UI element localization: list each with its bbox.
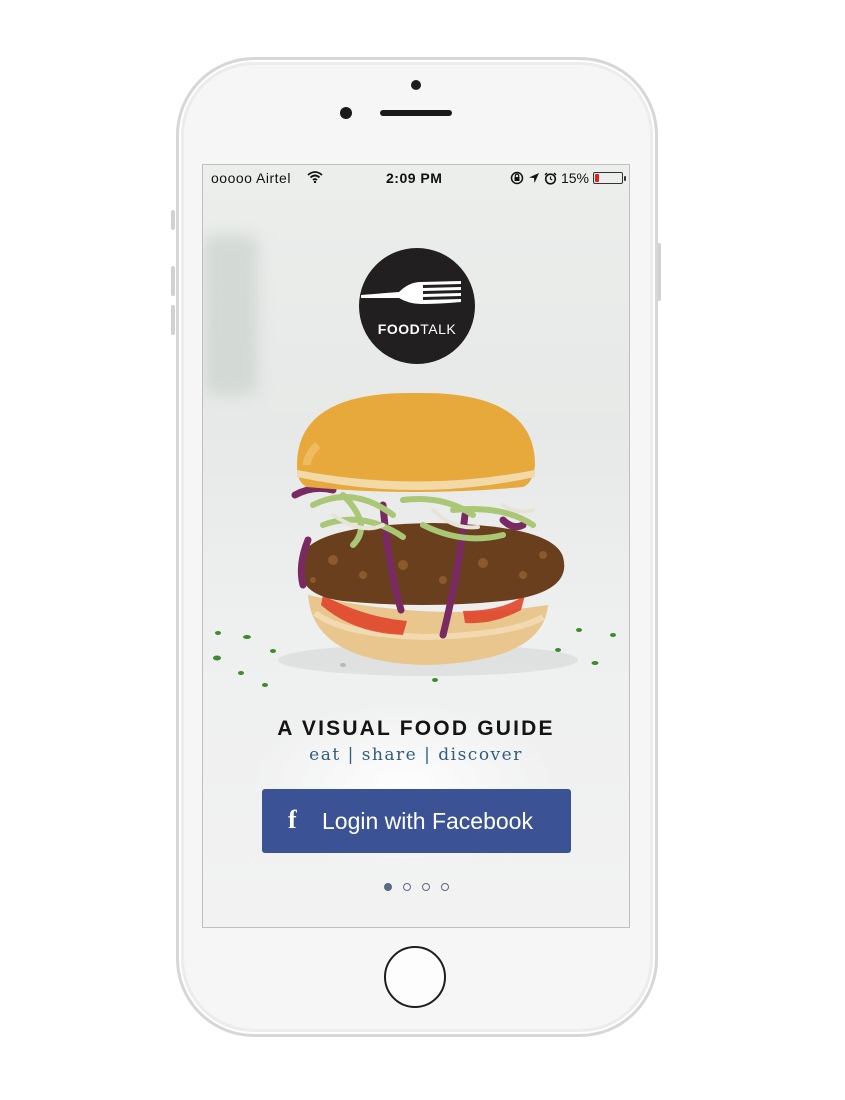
headline: A VISUAL FOOD GUIDE <box>277 717 555 740</box>
page-dot-2[interactable] <box>402 883 411 891</box>
tagline: eat | share | discover <box>309 745 523 765</box>
page-dot-4[interactable] <box>440 883 449 891</box>
logo-wordmark: FOODTALK <box>359 321 475 337</box>
app-screen: ooooo Airtel 2:09 PM 15% FOODTALK A VISU… <box>202 164 630 928</box>
front-camera <box>411 80 421 90</box>
foodtalk-logo: FOODTALK <box>359 248 475 364</box>
proximity-sensor <box>340 107 352 119</box>
earpiece-speaker <box>380 110 452 116</box>
facebook-login-label: Login with Facebook <box>322 808 533 834</box>
volume-up-button <box>171 266 175 296</box>
burger-image <box>213 392 616 687</box>
page-dot-1[interactable] <box>383 883 392 891</box>
logo-text-talk: TALK <box>420 321 457 337</box>
page-dot-3[interactable] <box>421 883 430 891</box>
mute-switch <box>171 210 175 230</box>
facebook-icon: f <box>288 805 297 834</box>
fork-icon <box>361 281 461 304</box>
home-button[interactable] <box>384 946 446 1008</box>
page-indicator[interactable] <box>203 883 629 891</box>
facebook-login-button[interactable]: f Login with Facebook <box>262 789 571 853</box>
logo-text-food: FOOD <box>377 321 421 337</box>
volume-down-button <box>171 305 175 335</box>
